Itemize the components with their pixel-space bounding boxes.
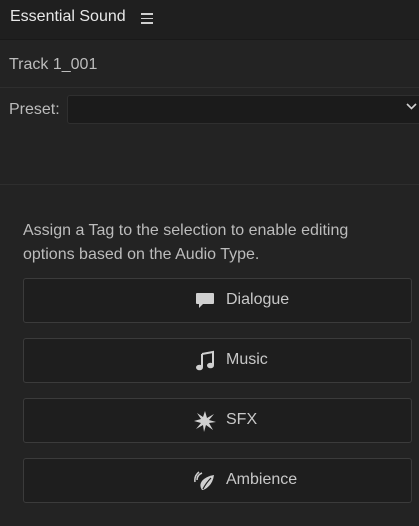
panel-tab-bar: Essential Sound [0,0,419,40]
tag-instructions: Assign a Tag to the selection to enable … [23,222,349,263]
panel-title[interactable]: Essential Sound [10,8,126,26]
tag-label: SFX [226,411,258,428]
tag-label: Dialogue [226,291,290,308]
clip-name: Track 1_001 [9,56,98,73]
music-note-icon [196,350,214,371]
chevron-down-icon[interactable] [406,101,417,111]
tag-label: Music [226,351,268,368]
ambience-leaf-icon [194,471,214,490]
divider [0,87,419,88]
preset-label: Preset: [9,101,60,118]
tag-label: Ambience [226,471,298,488]
preset-dropdown[interactable] [67,95,419,124]
divider [0,184,419,185]
music-tag-button[interactable]: Music [23,338,412,383]
sfx-tag-button[interactable]: SFX [23,398,412,443]
hamburger-menu-icon[interactable] [141,13,153,24]
burst-icon [194,411,216,432]
essential-sound-panel: Essential Sound Track 1_001 Preset: Assi… [0,0,419,526]
dialogue-tag-button[interactable]: Dialogue [23,278,412,323]
ambience-tag-button[interactable]: Ambience [23,458,412,503]
speech-bubble-icon [196,293,214,308]
